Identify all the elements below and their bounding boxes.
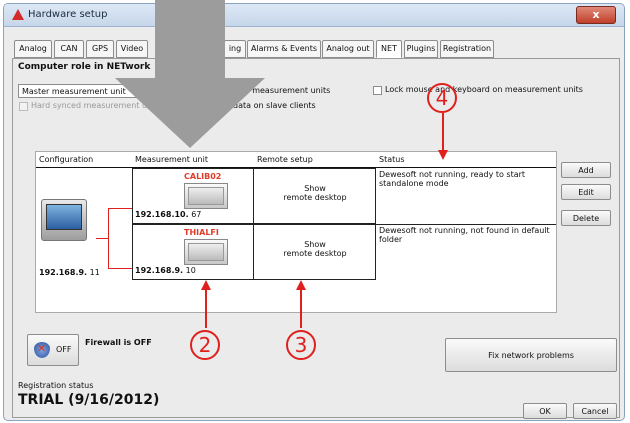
monitor-icon bbox=[41, 199, 87, 241]
hardware-setup-window: Hardware setup x Analog CAN GPS Video in… bbox=[3, 3, 625, 421]
annotation-3-line bbox=[300, 288, 302, 328]
monitor-icon bbox=[184, 183, 228, 209]
tree-line-mid bbox=[96, 238, 108, 239]
ok-button[interactable]: OK bbox=[523, 403, 567, 419]
col-status: Status bbox=[376, 152, 556, 168]
tree-line-bottom bbox=[108, 268, 132, 269]
role-heading: Computer role in NETwork bbox=[18, 62, 151, 72]
overlay-arrow-icon bbox=[155, 0, 225, 78]
tab-video[interactable]: Video bbox=[116, 40, 148, 58]
col-measurement-unit: Measurement unit bbox=[132, 152, 254, 168]
firewall-button[interactable]: OFF bbox=[27, 334, 79, 366]
title-bar: Hardware setup x bbox=[4, 4, 624, 27]
close-button[interactable]: x bbox=[576, 6, 616, 24]
tab-analog-out[interactable]: Analog out bbox=[322, 40, 374, 58]
tree-line bbox=[108, 208, 109, 268]
annotation-4-line bbox=[442, 113, 444, 153]
remote-desktop-link[interactable]: Show remote desktop bbox=[260, 240, 370, 258]
tab-plugins[interactable]: Plugins bbox=[404, 40, 438, 58]
hard-synced-checkbox[interactable] bbox=[19, 102, 28, 111]
monitor-icon bbox=[184, 239, 228, 265]
net-panel: Computer role in NETwork Master measurem… bbox=[12, 58, 620, 419]
shield-icon bbox=[34, 342, 50, 358]
annotation-4-arrowhead bbox=[438, 150, 448, 160]
firewall-off-label: OFF bbox=[56, 345, 72, 354]
unit-name: THIALFI bbox=[184, 228, 219, 237]
annotation-3: 3 bbox=[286, 330, 316, 360]
registration-label: Registration status bbox=[18, 381, 94, 390]
cancel-button[interactable]: Cancel bbox=[573, 403, 617, 419]
lock-label: Lock mouse and keyboard on measurement u… bbox=[385, 85, 583, 94]
firewall-status: Firewall is OFF bbox=[85, 338, 152, 347]
window-title: Hardware setup bbox=[28, 9, 108, 20]
unit-ip: 192.168.9. 10 bbox=[135, 266, 196, 275]
annotation-3-arrowhead bbox=[296, 280, 306, 290]
tab-alarms-events[interactable]: Alarms & Events bbox=[247, 40, 321, 58]
row-divider bbox=[376, 224, 556, 225]
unit-ip: 192.168.10. 67 bbox=[135, 210, 202, 219]
col-configuration: Configuration bbox=[36, 152, 132, 168]
lock-checkbox[interactable] bbox=[373, 86, 382, 95]
annotation-2: 2 bbox=[190, 330, 220, 360]
tab-analog[interactable]: Analog bbox=[14, 40, 52, 58]
fix-network-button[interactable]: Fix network problems bbox=[445, 338, 617, 372]
dewesoft-triangle-icon bbox=[12, 9, 24, 20]
status-text: Dewesoft not running, ready to start sta… bbox=[379, 170, 526, 188]
tab-hidden-partial[interactable]: ing bbox=[224, 40, 246, 58]
status-text: Dewesoft not running, not found in defau… bbox=[379, 226, 550, 244]
tree-line-top bbox=[108, 208, 132, 209]
tab-can[interactable]: CAN bbox=[54, 40, 84, 58]
annotation-4: 4 bbox=[427, 83, 457, 113]
unit-name: CALIB02 bbox=[184, 172, 222, 181]
registration-value: TRIAL (9/16/2012) bbox=[18, 392, 160, 408]
delete-button[interactable]: Delete bbox=[561, 210, 611, 226]
annotation-2-arrowhead bbox=[201, 280, 211, 290]
tab-gps[interactable]: GPS bbox=[86, 40, 114, 58]
edit-button[interactable]: Edit bbox=[561, 184, 611, 200]
add-button[interactable]: Add bbox=[561, 162, 611, 178]
annotation-2-line bbox=[205, 288, 207, 328]
col-remote-setup: Remote setup bbox=[254, 152, 376, 168]
overlay-arrow-head bbox=[115, 78, 265, 148]
config-ip: 192.168.9. 11 bbox=[39, 268, 100, 277]
tab-net[interactable]: NET bbox=[376, 40, 402, 58]
remote-desktop-link[interactable]: Show remote desktop bbox=[260, 184, 370, 202]
tab-registration[interactable]: Registration bbox=[440, 40, 494, 58]
